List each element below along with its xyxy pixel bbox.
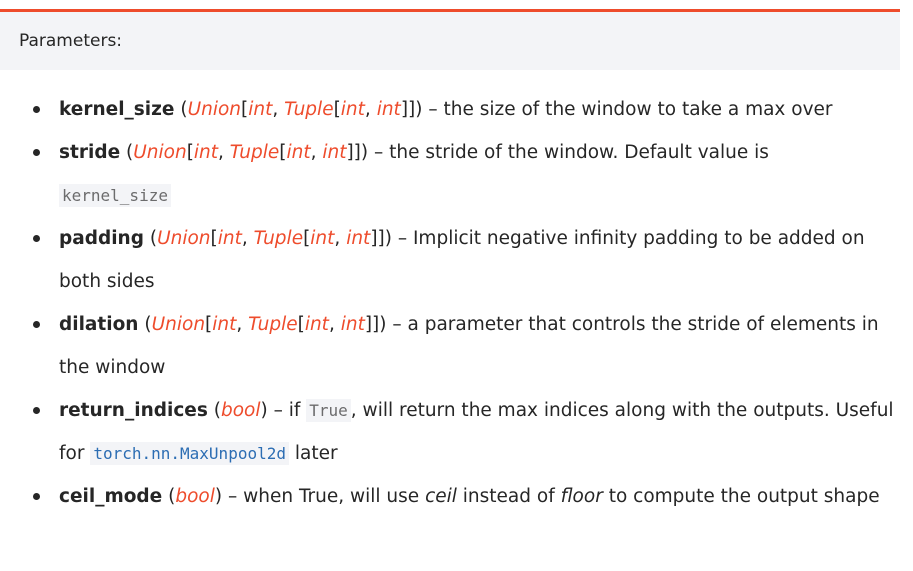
param-return-indices: return_indices (bool) – if True, will re… bbox=[0, 389, 905, 475]
bullet-icon bbox=[33, 235, 40, 242]
bullet-icon bbox=[33, 493, 40, 500]
param-name: return_indices bbox=[59, 400, 208, 421]
bullet-icon bbox=[33, 106, 40, 113]
param-desc: – the size of the window to take a max o… bbox=[422, 99, 833, 120]
param-type: (Union[int, Tuple[int, int]]) bbox=[149, 228, 392, 249]
param-kernel-size: kernel_size (Union[int, Tuple[int, int]]… bbox=[0, 88, 905, 131]
param-dilation: dilation (Union[int, Tuple[int, int]]) –… bbox=[0, 303, 905, 389]
param-name: dilation bbox=[59, 314, 139, 335]
parameter-list: kernel_size (Union[int, Tuple[int, int]]… bbox=[0, 88, 905, 518]
param-type: (Union[int, Tuple[int, int]]) bbox=[180, 99, 423, 120]
bullet-icon bbox=[33, 321, 40, 328]
param-stride: stride (Union[int, Tuple[int, int]]) – t… bbox=[0, 131, 905, 217]
param-name: padding bbox=[59, 228, 144, 249]
param-type: (Union[int, Tuple[int, int]]) bbox=[144, 314, 387, 335]
param-name: kernel_size bbox=[59, 99, 175, 120]
param-type: bool bbox=[220, 400, 261, 421]
param-name: stride bbox=[59, 142, 121, 163]
param-padding: padding (Union[int, Tuple[int, int]]) – … bbox=[0, 217, 905, 303]
code-kernel-size: kernel_size bbox=[59, 184, 171, 207]
param-type: (Union[int, Tuple[int, int]]) bbox=[126, 142, 369, 163]
bullet-icon bbox=[33, 407, 40, 414]
maxunpool2d-link[interactable]: torch.nn.MaxUnpool2d bbox=[90, 442, 289, 465]
bullet-icon bbox=[33, 149, 40, 156]
parameters-header: Parameters: bbox=[0, 12, 900, 70]
param-name: ceil_mode bbox=[59, 486, 163, 507]
code-true: True bbox=[306, 399, 351, 422]
param-type: bool bbox=[175, 486, 215, 507]
param-desc: – the stride of the window. Default valu… bbox=[368, 142, 769, 163]
parameters-title: Parameters: bbox=[19, 31, 123, 51]
param-ceil-mode: ceil_mode (bool) – when True, will use c… bbox=[0, 475, 905, 518]
